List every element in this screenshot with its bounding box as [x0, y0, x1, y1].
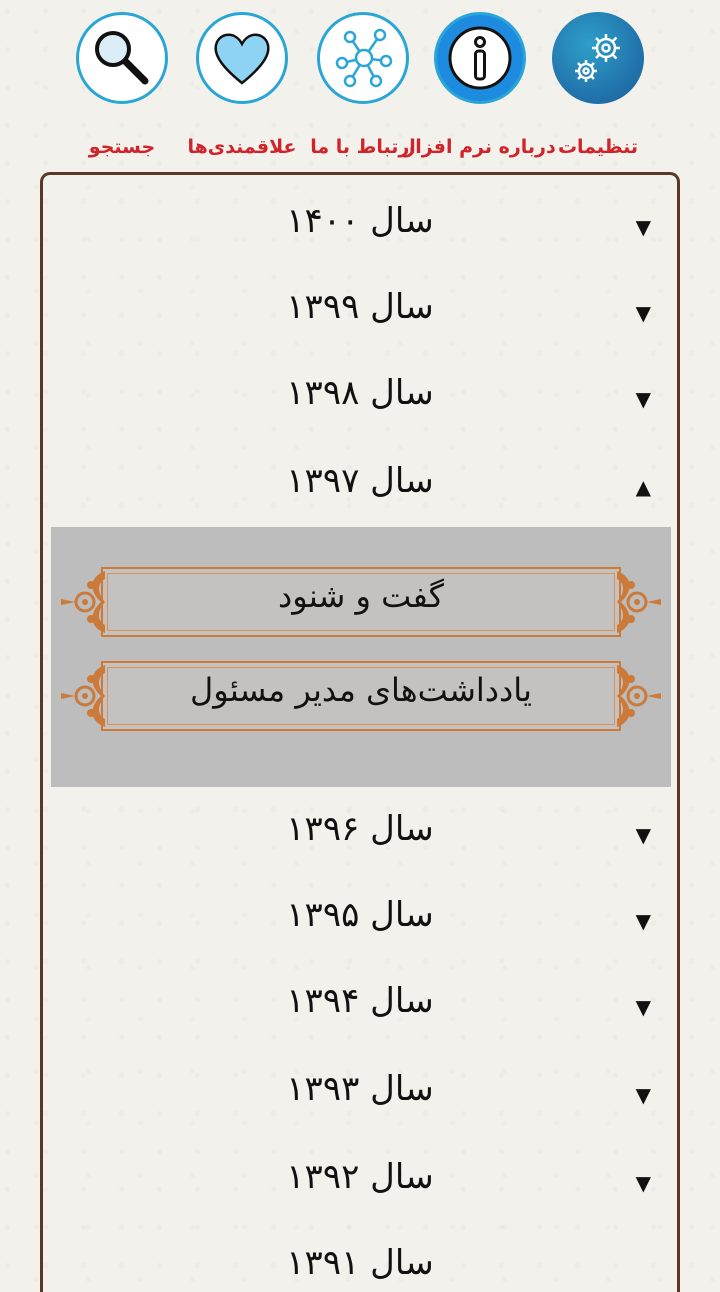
year-label: سال ۱۳۹۵	[286, 895, 434, 935]
settings-gears-icon	[552, 12, 644, 104]
year-label: سال ۱۳۹۳	[286, 1069, 434, 1109]
year-row-1398[interactable]: سال ۱۳۹۸ ▼	[43, 351, 677, 439]
year-label: سال ۱۳۹۶	[286, 809, 434, 849]
year-row-1397[interactable]: سال ۱۳۹۷ ▲	[43, 439, 677, 527]
expand-arrow-icon: ▼	[635, 1171, 651, 1195]
top-toolbar: تنظیمات درباره نرم افزار ارتباط با ما عل…	[0, 0, 720, 172]
magnifier-icon	[76, 12, 168, 104]
about-app-label: درباره نرم افزار	[404, 136, 556, 158]
year-label: سال ۱۳۹۱	[286, 1243, 434, 1283]
year-label: سال ۱۳۹۴	[286, 981, 434, 1021]
expand-arrow-icon: ▼	[635, 823, 651, 847]
expand-arrow-icon: ▼	[635, 909, 651, 933]
info-icon	[434, 12, 526, 104]
favorites-label: علاقمندی‌ها	[187, 136, 297, 158]
collapse-arrow-icon: ▲	[635, 475, 651, 499]
year-label: سال ۱۳۹۲	[286, 1157, 434, 1197]
expand-arrow-icon: ▼	[635, 387, 651, 411]
favorites-button[interactable]: علاقمندی‌ها	[182, 12, 302, 172]
expand-arrow-icon: ▼	[635, 995, 651, 1019]
expand-arrow-icon: ▼	[635, 215, 651, 239]
year-row-1396[interactable]: سال ۱۳۹۶ ▼	[43, 787, 677, 875]
year-accordion: سال ۱۴۰۰ ▼ سال ۱۳۹۹ ▼ سال ۱۳۹۸ ▼ سال ۱۳۹…	[40, 172, 680, 1292]
submenu-item-dialogue[interactable]: گفت و شنود	[59, 563, 663, 641]
year-row-1395[interactable]: سال ۱۳۹۵ ▼	[43, 873, 677, 961]
year-label: سال ۱۳۹۹	[286, 287, 434, 327]
year-row-1400[interactable]: سال ۱۴۰۰ ▼	[43, 179, 677, 267]
year-label: سال ۱۳۹۷	[286, 461, 434, 501]
expand-arrow-icon: ▼	[635, 301, 651, 325]
year-row-1394[interactable]: سال ۱۳۹۴ ▼	[43, 959, 677, 1047]
settings-button[interactable]: تنظیمات	[538, 12, 658, 172]
year-row-1393[interactable]: سال ۱۳۹۳ ▼	[43, 1047, 677, 1135]
contact-us-label: ارتباط با ما	[310, 136, 416, 158]
year-row-1392[interactable]: سال ۱۳۹۲ ▼	[43, 1135, 677, 1223]
year-row-1391[interactable]: سال ۱۳۹۱	[43, 1221, 677, 1292]
submenu-item-label: یادداشت‌های مدیر مسئول	[190, 671, 532, 709]
year-row-1399[interactable]: سال ۱۳۹۹ ▼	[43, 265, 677, 353]
network-share-icon	[317, 12, 409, 104]
search-label: جستجو	[88, 136, 156, 158]
contact-us-button[interactable]: ارتباط با ما	[303, 12, 423, 172]
about-app-button[interactable]: درباره نرم افزار	[404, 12, 556, 172]
year-label: سال ۱۴۰۰	[286, 201, 434, 241]
year-1397-submenu: گفت و شنود	[51, 527, 671, 787]
settings-label: تنظیمات	[557, 136, 639, 158]
search-button[interactable]: جستجو	[62, 12, 182, 172]
expand-arrow-icon: ▼	[635, 1083, 651, 1107]
submenu-item-editor-notes[interactable]: یادداشت‌های مدیر مسئول	[59, 657, 663, 735]
year-label: سال ۱۳۹۸	[286, 373, 434, 413]
submenu-item-label: گفت و شنود	[278, 577, 444, 615]
heart-icon	[196, 12, 288, 104]
